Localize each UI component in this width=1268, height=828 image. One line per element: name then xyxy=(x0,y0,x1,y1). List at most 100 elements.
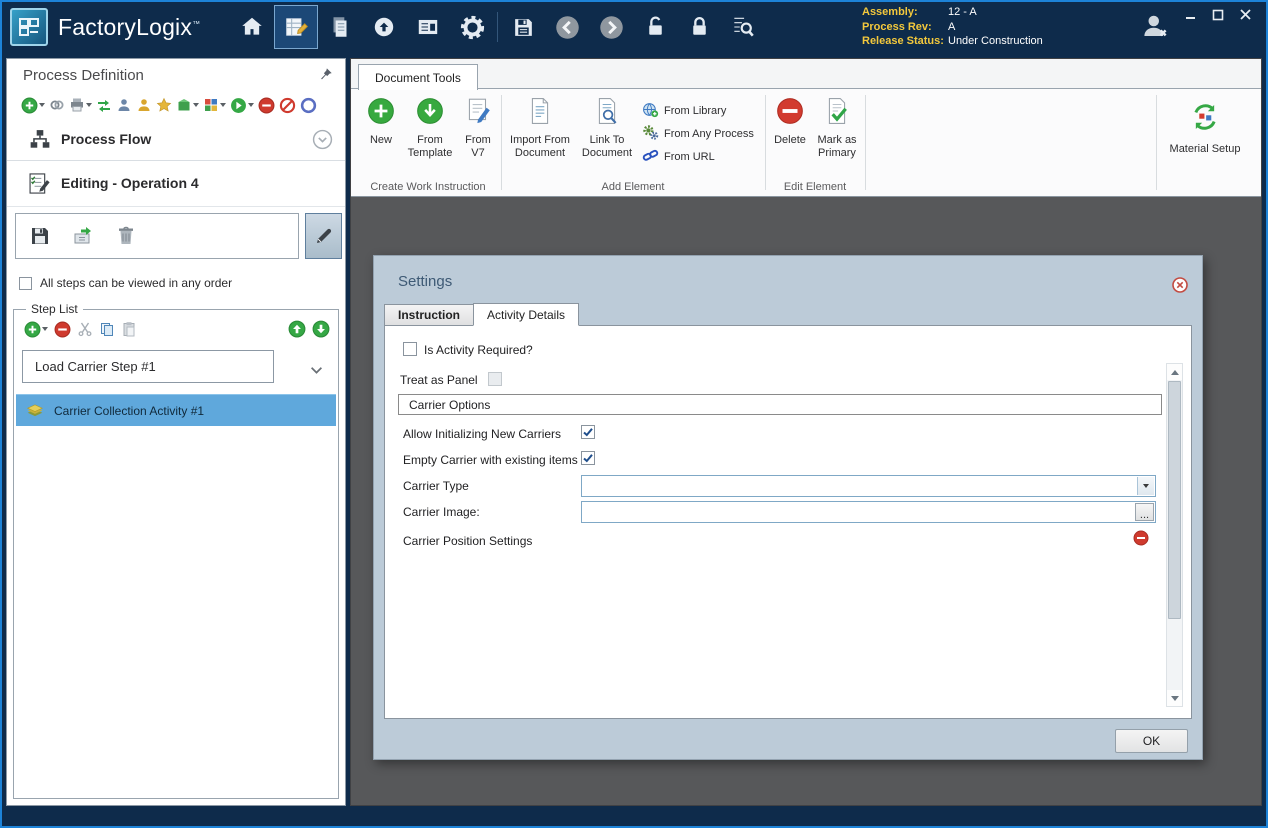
app-title-text: FactoryLogix xyxy=(58,14,192,40)
dropdown-button[interactable] xyxy=(1137,477,1154,495)
remove-icon[interactable] xyxy=(258,97,275,114)
step-actions-box xyxy=(15,213,299,259)
import-from-document-button[interactable]: Import From Document xyxy=(506,96,574,160)
scroll-up-button[interactable] xyxy=(1167,364,1182,380)
work-instructions-icon[interactable] xyxy=(274,5,318,49)
add-icon[interactable] xyxy=(21,97,45,114)
from-url-button[interactable]: From URL xyxy=(642,147,715,167)
favorite-star-icon[interactable] xyxy=(156,97,172,113)
record-icon[interactable] xyxy=(300,97,317,114)
maximize-button[interactable] xyxy=(1211,8,1225,21)
material-setup-icon xyxy=(1189,101,1221,138)
is-activity-required-checkbox[interactable] xyxy=(403,342,417,356)
back-icon[interactable] xyxy=(545,5,589,49)
step-chevron-icon[interactable] xyxy=(310,362,323,380)
copy-icon[interactable] xyxy=(99,321,115,337)
from-template-button[interactable]: From Template xyxy=(403,96,457,160)
settings-gear-icon[interactable] xyxy=(450,5,494,49)
sync-icon[interactable] xyxy=(96,97,112,113)
unlock-icon[interactable] xyxy=(633,5,677,49)
save-step-button[interactable] xyxy=(21,217,59,255)
block-icon[interactable] xyxy=(279,97,296,114)
lock-icon[interactable] xyxy=(677,5,721,49)
user-logout-icon[interactable] xyxy=(1140,11,1170,46)
from-library-button[interactable]: From Library xyxy=(642,101,726,121)
tab-instruction[interactable]: Instruction xyxy=(384,304,474,326)
chevron-up-icon xyxy=(1171,370,1179,375)
palette-icon[interactable] xyxy=(203,97,226,113)
tab-activity-details[interactable]: Activity Details xyxy=(473,303,579,326)
process-documents-icon[interactable] xyxy=(318,5,362,49)
chevron-down-icon xyxy=(248,103,254,107)
tab-document-tools[interactable]: Document Tools xyxy=(358,64,478,90)
move-up-icon[interactable] xyxy=(288,320,306,338)
step-list-group: Step List Load Carrier Step #1 xyxy=(13,309,339,799)
mark-as-primary-button[interactable]: Mark as Primary xyxy=(813,96,861,160)
from-v7-icon xyxy=(465,96,491,131)
carrier-image-label: Carrier Image: xyxy=(403,505,480,519)
remove-step-icon[interactable] xyxy=(54,321,71,338)
save-icon[interactable] xyxy=(501,5,545,49)
dialog-close-icon[interactable] xyxy=(1172,277,1188,293)
close-button[interactable] xyxy=(1238,8,1252,21)
empty-carrier-checkbox[interactable] xyxy=(581,451,595,465)
all-steps-checkbox[interactable] xyxy=(19,277,32,290)
process-flow-label: Process Flow xyxy=(61,131,151,147)
link-icon[interactable] xyxy=(49,97,65,113)
step-name-label: Load Carrier Step #1 xyxy=(35,359,156,374)
move-down-icon[interactable] xyxy=(312,320,330,338)
news-icon[interactable] xyxy=(406,5,450,49)
scroll-down-button[interactable] xyxy=(1167,690,1182,706)
package-icon[interactable] xyxy=(176,97,199,113)
cut-icon[interactable] xyxy=(77,321,93,337)
allow-initializing-checkbox[interactable] xyxy=(581,425,595,439)
step-name-box[interactable]: Load Carrier Step #1 xyxy=(22,350,274,383)
remove-carrier-position-button[interactable] xyxy=(1133,530,1149,546)
carrier-image-input[interactable]: ... xyxy=(581,501,1156,523)
assembly-label: Assembly: xyxy=(862,5,948,20)
run-icon[interactable] xyxy=(230,97,254,114)
activity-list-item[interactable]: Carrier Collection Activity #1 xyxy=(16,394,336,426)
carrier-type-label: Carrier Type xyxy=(403,479,469,493)
paste-icon[interactable] xyxy=(121,321,137,337)
from-any-process-button[interactable]: From Any Process xyxy=(642,124,754,144)
window-controls xyxy=(1184,8,1252,21)
from-v7-button[interactable]: From V7 xyxy=(459,96,497,160)
build-info: Assembly:12 - A Process Rev:A Release St… xyxy=(862,5,1043,49)
group-caption: Edit Element xyxy=(767,181,863,193)
vertical-scrollbar[interactable] xyxy=(1166,363,1183,707)
pin-icon[interactable] xyxy=(319,67,333,86)
chevron-down-icon xyxy=(1143,484,1149,488)
chevron-down-icon xyxy=(220,103,226,107)
empty-carrier-label: Empty Carrier with existing items xyxy=(403,453,578,467)
is-activity-required-label: Is Activity Required? xyxy=(424,343,533,357)
process-rev-value: A xyxy=(948,21,955,33)
add-step-icon[interactable] xyxy=(24,321,48,338)
delete-step-button[interactable] xyxy=(107,217,145,255)
delete-element-button[interactable]: Delete xyxy=(769,96,811,147)
print-icon[interactable] xyxy=(69,97,92,113)
approver-user-icon[interactable] xyxy=(136,97,152,113)
allow-initializing-label: Allow Initializing New Carriers xyxy=(403,427,561,441)
forward-icon[interactable] xyxy=(589,5,633,49)
process-flow-row[interactable]: Process Flow xyxy=(7,121,345,159)
home-icon[interactable] xyxy=(230,5,274,49)
import-step-button[interactable] xyxy=(64,217,102,255)
publish-icon[interactable] xyxy=(362,5,406,49)
edit-mode-button[interactable] xyxy=(305,213,342,259)
carrier-type-select[interactable] xyxy=(581,475,1156,497)
release-status-value: Under Construction xyxy=(948,35,1043,47)
assign-user-icon[interactable] xyxy=(116,97,132,113)
scroll-thumb[interactable] xyxy=(1168,381,1181,619)
material-setup-button[interactable]: Material Setup xyxy=(1161,101,1249,156)
ok-button[interactable]: OK xyxy=(1115,729,1188,753)
group-caption: Add Element xyxy=(503,181,763,193)
link-to-document-button[interactable]: Link To Document xyxy=(576,96,638,160)
trademark: ™ xyxy=(192,19,200,28)
new-button[interactable]: New xyxy=(361,96,401,147)
assembly-row: Assembly:12 - A xyxy=(862,5,1043,20)
collapse-icon[interactable] xyxy=(312,129,333,155)
minimize-button[interactable] xyxy=(1184,8,1198,21)
audit-search-icon[interactable] xyxy=(721,5,765,49)
browse-button[interactable]: ... xyxy=(1135,503,1154,521)
